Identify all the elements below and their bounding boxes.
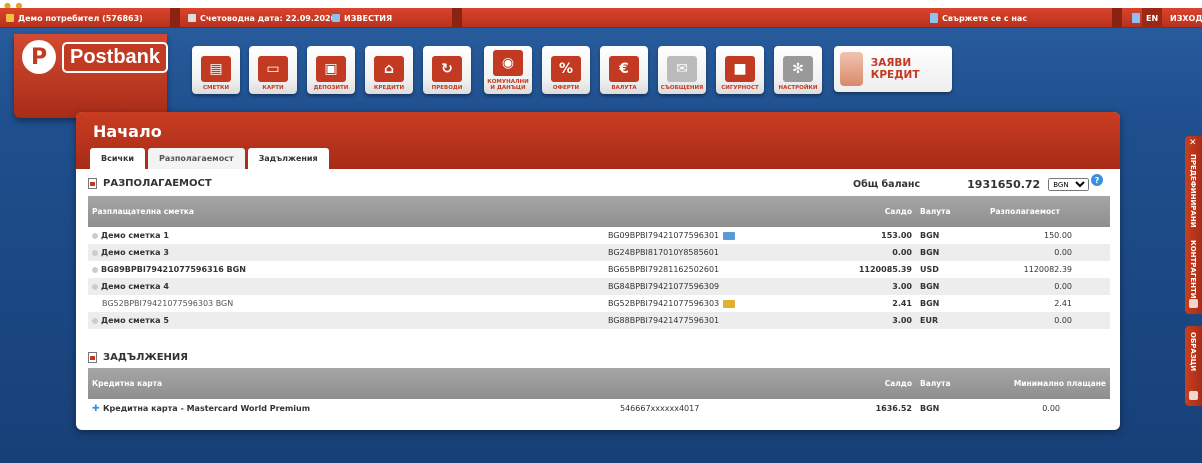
postbank-logo[interactable]: P Postbank xyxy=(14,34,169,118)
user-icon xyxy=(6,14,14,22)
availability-table: Разплащателна сметка Салдо Валута Разпол… xyxy=(88,196,1110,329)
logo-mark: P xyxy=(22,40,56,74)
liabilities-table: Кредитна карта Салдо Валута Минимално пл… xyxy=(88,368,1110,417)
expand-icon[interactable] xyxy=(92,232,98,239)
nav-button-8[interactable]: € ВАЛУТА xyxy=(600,46,648,94)
envelope-icon: ✉ xyxy=(667,56,697,82)
total-balance: Общ баланс 1931650.72 BGN xyxy=(853,178,1090,191)
expand-icon[interactable] xyxy=(92,317,98,324)
table-row[interactable]: BG52BPBI79421077596303 BGN BG52BPBI794210… xyxy=(88,295,1110,312)
bulb-icon: ◉ xyxy=(493,50,523,76)
nav-button-5[interactable]: ↻ ПРЕВОДИ xyxy=(423,46,471,94)
table-header: Кредитна карта Салдо Валута Минимално пл… xyxy=(88,368,1110,399)
euro-icon: € xyxy=(609,56,639,82)
user-info[interactable]: Демо потребител (576863) xyxy=(0,8,149,28)
main-panel: Начало Всички Разполагаемост Задължения … xyxy=(76,112,1120,430)
expand-icon[interactable]: ✚ xyxy=(92,404,100,414)
expand-icon[interactable] xyxy=(92,283,98,290)
nav-button-9[interactable]: ✉ СЪОБЩЕНИЯ xyxy=(658,46,706,94)
nav-button-3[interactable]: ▣ ДЕПОЗИТИ xyxy=(307,46,355,94)
tabs: Всички Разполагаемост Задължения xyxy=(90,148,329,169)
mobile-icon xyxy=(1132,13,1140,23)
tab-availability[interactable]: Разполагаемост xyxy=(147,148,245,169)
folder-icon: ▤ xyxy=(201,56,231,82)
table-header: Разплащателна сметка Салдо Валута Разпол… xyxy=(88,196,1110,227)
table-row[interactable]: ✚ Кредитна карта - Mastercard World Premi… xyxy=(88,399,1110,417)
expand-icon[interactable] xyxy=(92,249,98,256)
lock-icon: ■ xyxy=(725,56,755,82)
document-icon xyxy=(88,178,97,189)
close-icon[interactable]: ✕ xyxy=(1189,138,1197,148)
lang-en[interactable]: EN xyxy=(1142,8,1163,28)
apply-credit-button[interactable]: ЗАЯВИ КРЕДИТ xyxy=(834,46,952,92)
nav-button-4[interactable]: ⌂ КРЕДИТИ xyxy=(365,46,413,94)
accounting-date: Счетоводна дата: 22.09.2020 xyxy=(182,8,342,28)
help-icon[interactable]: ? xyxy=(1091,174,1103,186)
currency-select[interactable]: BGN xyxy=(1048,178,1090,191)
total-balance-value: 1931650.72 xyxy=(967,178,1041,191)
nav-button-10[interactable]: ■ СИГУРНОСТ xyxy=(716,46,764,94)
hand-icon xyxy=(840,52,863,86)
table-row[interactable]: Демо сметка 3 BG24BPBI817010Y8585601 0.00 B… xyxy=(88,244,1110,261)
card-icon: ▭ xyxy=(258,56,288,82)
nav-button-2[interactable]: ▭ КАРТИ xyxy=(249,46,297,94)
transfer-icon: ↻ xyxy=(432,56,462,82)
tab-liabilities[interactable]: Задължения xyxy=(247,148,329,169)
nav-button-1[interactable]: ▤ СМЕТКИ xyxy=(192,46,240,94)
percent-icon: % xyxy=(551,56,581,82)
tab-all[interactable]: Всички xyxy=(90,148,145,169)
side-panel-templates[interactable]: ОБРАЗЦИ xyxy=(1185,326,1202,406)
house-icon: ⌂ xyxy=(374,56,404,82)
gear-icon: ✻ xyxy=(783,56,813,82)
page-title: Начало xyxy=(93,122,162,141)
table-row[interactable]: Демо сметка 5 BG88BPBI79421477596301 3.00 E… xyxy=(88,312,1110,329)
phone-icon xyxy=(930,13,938,23)
contact-link[interactable]: Свържете се с нас xyxy=(924,8,1033,28)
side-panel-contractors[interactable]: КОНТРАГЕНТИ xyxy=(1185,234,1202,314)
cards-icon[interactable] xyxy=(723,231,736,240)
table-row[interactable]: BG89BPBI79421077596316 BGN BG65BPBI792811… xyxy=(88,261,1110,278)
liabilities-heading: ЗАДЪЛЖЕНИЯ xyxy=(88,352,188,363)
document-icon xyxy=(88,352,97,363)
expand-icon[interactable] xyxy=(92,266,98,273)
nav-button-7[interactable]: % ОФЕРТИ xyxy=(542,46,590,94)
top-strip: ● ● xyxy=(0,0,1202,10)
table-row[interactable]: Демо сметка 1 BG09BPBI79421077596301 153.0… xyxy=(88,227,1110,244)
news-link[interactable]: ИЗВЕСТИЯ xyxy=(326,8,398,28)
card-icon[interactable] xyxy=(723,299,736,308)
logo-name: Postbank xyxy=(62,42,169,73)
availability-heading: РАЗПОЛАГАЕМОСТ xyxy=(88,178,212,189)
nav-button-6[interactable]: ◉ КОМУНАЛНИ И ДАНЪЦИ xyxy=(484,46,532,94)
top-bar: Демо потребител (576863) Счетоводна дата… xyxy=(0,8,1202,28)
panel-header: Начало Всички Разполагаемост Задължения xyxy=(76,112,1120,169)
logout-link[interactable]: ИЗХОД xyxy=(1166,8,1202,28)
nav-button-11[interactable]: ✻ НАСТРОЙКИ xyxy=(774,46,822,94)
table-row[interactable]: Демо сметка 4 BG84BPBI79421077596309 3.00 B… xyxy=(88,278,1110,295)
news-icon xyxy=(332,14,340,22)
calendar-icon xyxy=(188,14,196,22)
contacts-icon xyxy=(1189,299,1198,308)
templates-icon xyxy=(1189,391,1198,400)
safe-icon: ▣ xyxy=(316,56,346,82)
